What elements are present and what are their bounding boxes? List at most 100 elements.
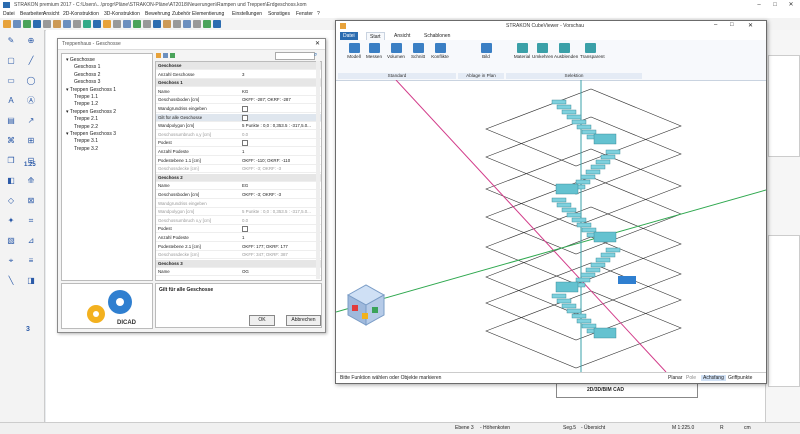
transparent-button[interactable]: Transparent bbox=[580, 43, 605, 59]
tool-icon[interactable]: ⌗ bbox=[24, 214, 38, 228]
stair-flight[interactable] bbox=[551, 99, 617, 145]
dialog-close-icon[interactable]: ✕ bbox=[315, 40, 320, 47]
toolbar-icon[interactable] bbox=[143, 20, 151, 28]
viewer-close-icon[interactable]: ✕ bbox=[748, 22, 753, 29]
tool-icon[interactable]: ◧ bbox=[4, 174, 18, 188]
property-checkbox[interactable] bbox=[242, 114, 248, 121]
menu-item[interactable]: 3D-Konstruktion bbox=[104, 11, 140, 17]
toolbar-icon[interactable] bbox=[203, 20, 211, 28]
material-button[interactable]: Material bbox=[512, 43, 532, 59]
toolbar-icon[interactable] bbox=[63, 20, 71, 28]
tool-icon[interactable]: Ⓐ bbox=[24, 94, 38, 108]
tool-icon[interactable]: ▢ bbox=[4, 54, 18, 68]
property-checkbox[interactable] bbox=[242, 226, 248, 233]
property-row[interactable]: Geschossboden [cm] OKFF: -287; OKRF: -287 bbox=[156, 96, 321, 105]
stair-flight[interactable] bbox=[555, 149, 621, 195]
property-row[interactable]: Gilt für alle Geschosse bbox=[156, 113, 321, 122]
stair-flight[interactable] bbox=[551, 293, 617, 339]
menu-item[interactable]: Ansicht bbox=[43, 11, 59, 17]
property-value[interactable]: KG bbox=[242, 89, 248, 94]
tool-icon[interactable]: ◇ bbox=[4, 194, 18, 208]
tool-icon[interactable]: ⟰ bbox=[24, 174, 38, 188]
toolbar-icon[interactable] bbox=[133, 20, 141, 28]
tool-icon[interactable]: ▭ bbox=[4, 74, 18, 88]
bild-button[interactable]: Bild bbox=[476, 43, 496, 59]
toolbar-icon[interactable] bbox=[193, 20, 201, 28]
toolbar-icon[interactable] bbox=[83, 20, 91, 28]
toolbar-icon[interactable] bbox=[93, 20, 101, 28]
property-value[interactable]: OKFF: 347; OKRF: 387 bbox=[242, 252, 288, 257]
cancel-button[interactable]: Abbrechen bbox=[286, 315, 321, 326]
tree-item[interactable]: Treppe 2.2 bbox=[74, 124, 98, 130]
tool-icon[interactable]: ╲ bbox=[4, 274, 18, 288]
property-row[interactable]: Geschossboden [cm] OKFF: -3; OKRF: -3 bbox=[156, 191, 321, 199]
property-value[interactable]: OKFF: -287; OKRF: -287 bbox=[242, 97, 291, 102]
property-row[interactable]: Podest bbox=[156, 139, 321, 148]
menu-item[interactable]: 2D-Konstruktion bbox=[63, 11, 99, 17]
tree-item[interactable]: Geschoss 2 bbox=[74, 72, 100, 78]
snap-planar[interactable]: Planar bbox=[668, 375, 682, 381]
property-row[interactable]: Podestebene 1.1 [cm] OKFF: -110; OKRF: -1… bbox=[156, 157, 321, 165]
property-value[interactable]: 0.0 bbox=[242, 218, 248, 223]
property-row[interactable]: Geschossumbruch x,y [cm] 0.0 bbox=[156, 131, 321, 139]
messen-button[interactable]: Messen bbox=[364, 43, 384, 59]
property-row[interactable]: Name KG bbox=[156, 88, 321, 96]
property-row[interactable]: Anzahl Podeste 1 bbox=[156, 148, 321, 156]
property-value[interactable]: OKFF: -110; OKRF: -110 bbox=[242, 158, 290, 163]
property-row[interactable]: Wandgrundriss eingeben bbox=[156, 200, 321, 208]
property-value[interactable]: OKFF: 177; OKRF: 177 bbox=[242, 244, 288, 249]
toolbar-icon[interactable] bbox=[123, 20, 131, 28]
menu-item[interactable]: Elementierung bbox=[192, 11, 224, 17]
search-icon[interactable]: ⌕ bbox=[314, 52, 317, 59]
property-row[interactable]: Podestebene 2.1 [cm] OKFF: 177; OKRF: 177 bbox=[156, 243, 321, 251]
toolbar-icon[interactable] bbox=[213, 20, 221, 28]
property-value[interactable]: 1 bbox=[242, 235, 244, 240]
search-input[interactable] bbox=[275, 52, 315, 60]
konflikte-button[interactable]: Konflikte bbox=[430, 43, 450, 59]
property-value[interactable]: 0.0 bbox=[242, 132, 248, 137]
ribbon-tab-ansicht[interactable]: Ansicht bbox=[391, 32, 413, 40]
tree-item[interactable]: Geschoss 1 bbox=[74, 64, 100, 70]
toolbar-icon[interactable] bbox=[153, 20, 161, 28]
tree-group[interactable]: ▾ Treppen Geschoss 3 bbox=[66, 131, 116, 137]
tool-icon[interactable]: ❒ bbox=[4, 154, 18, 168]
ribbon-tab-schablonen[interactable]: Schablonen bbox=[421, 32, 453, 40]
tree-item[interactable]: Treppe 1.1 bbox=[74, 94, 98, 100]
property-checkbox[interactable] bbox=[242, 140, 248, 147]
tool-icon[interactable]: ◯ bbox=[24, 74, 38, 88]
property-value[interactable]: 3 bbox=[242, 72, 244, 77]
3d-scene[interactable] bbox=[336, 80, 766, 372]
toolbar-icon[interactable] bbox=[183, 20, 191, 28]
close-icon[interactable]: ✕ bbox=[784, 1, 798, 9]
props-scrollbar[interactable] bbox=[316, 61, 320, 279]
menu-item[interactable]: Bearbeiten bbox=[20, 11, 44, 17]
menu-item[interactable]: Bewehrung bbox=[145, 11, 170, 17]
tool-icon[interactable]: ⌘ bbox=[4, 134, 18, 148]
property-checkbox[interactable] bbox=[242, 106, 248, 112]
tool-icon[interactable]: ✎ bbox=[4, 34, 18, 48]
toolbar-icon[interactable] bbox=[103, 20, 111, 28]
minimize-icon[interactable]: – bbox=[752, 1, 766, 9]
viewer-maximize-icon[interactable]: □ bbox=[730, 22, 734, 28]
tool-icon[interactable]: ⊞ bbox=[24, 134, 38, 148]
property-value[interactable]: OKFF: -3; OKRF: -3 bbox=[242, 192, 281, 197]
toolbar-icon[interactable] bbox=[3, 20, 11, 28]
toolbar-icon[interactable] bbox=[33, 20, 41, 28]
tool-icon[interactable]: ▤ bbox=[4, 114, 18, 128]
toolbar-icon[interactable] bbox=[173, 20, 181, 28]
toolbar-icon[interactable] bbox=[13, 20, 21, 28]
settings-icon[interactable] bbox=[163, 53, 168, 58]
stair-flight[interactable] bbox=[555, 247, 621, 293]
menu-item[interactable]: ? bbox=[317, 11, 320, 17]
property-value[interactable]: OKFF: -3; OKRF: -3 bbox=[242, 166, 281, 171]
save-icon[interactable] bbox=[170, 53, 175, 58]
property-value[interactable]: 1 bbox=[242, 149, 244, 154]
property-row[interactable]: Wandpolygon [cm] 5 Punkte : 0,0 : 0,353.5… bbox=[156, 208, 321, 217]
menu-item[interactable]: Einstellungen bbox=[232, 11, 262, 17]
tool-icon[interactable]: ⊕ bbox=[24, 34, 38, 48]
maximize-icon[interactable]: □ bbox=[768, 1, 782, 9]
snap-axis[interactable]: Achsfang bbox=[701, 375, 726, 381]
snap-grips[interactable]: Griffpunkte bbox=[728, 375, 752, 381]
selected-landing[interactable] bbox=[618, 276, 636, 284]
ok-button[interactable]: OK bbox=[249, 315, 275, 326]
